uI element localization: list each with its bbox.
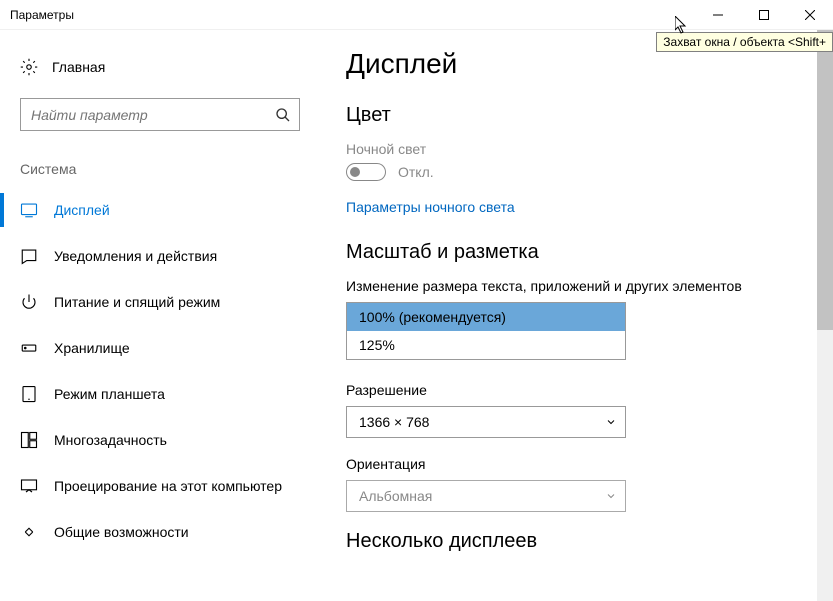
sidebar-item-tablet[interactable]: Режим планшета [0,371,318,417]
orientation-value: Альбомная [359,488,432,504]
toggle-state-text: Откл. [398,164,434,180]
multitask-icon [20,431,38,449]
content-area: Дисплей Цвет Ночной свет Откл. Параметры… [318,30,833,601]
storage-icon [20,339,38,357]
nav-label: Общие возможности [54,524,189,540]
maximize-button[interactable] [741,0,787,30]
titlebar: Параметры [0,0,833,30]
scale-heading: Масштаб и разметка [346,241,803,264]
chevron-down-icon [605,416,617,428]
close-button[interactable] [787,0,833,30]
orientation-label: Ориентация [346,456,803,472]
nav-label: Многозадачность [54,432,167,448]
night-light-toggle-row: Откл. [346,163,803,181]
nav-list: Дисплей Уведомления и действия Питание и… [0,187,318,555]
sidebar-item-storage[interactable]: Хранилище [0,325,318,371]
display-icon [20,201,38,219]
orientation-dropdown: Альбомная [346,480,626,512]
nav-label: Проецирование на этот компьютер [54,478,282,494]
scrollbar[interactable] [817,30,833,601]
nav-label: Уведомления и действия [54,248,217,264]
toggle-knob [350,167,360,177]
home-button[interactable]: Главная [0,50,318,84]
window-title: Параметры [10,8,695,22]
sidebar-section-header: Система [0,139,318,187]
color-heading: Цвет [346,104,803,127]
power-icon [20,293,38,311]
home-label: Главная [52,59,105,75]
project-icon [20,477,38,495]
night-light-label: Ночной свет [346,141,803,157]
search-icon [275,107,291,123]
text-size-label: Изменение размера текста, приложений и д… [346,278,803,294]
nav-label: Режим планшета [54,386,165,402]
resolution-label: Разрешение [346,382,803,398]
window-controls [695,0,833,29]
sidebar: Главная Система Дисплей Уведомления и де… [0,30,318,601]
multi-display-heading: Несколько дисплеев [346,530,803,553]
resolution-value: 1366 × 768 [359,414,429,430]
sidebar-item-projecting[interactable]: Проецирование на этот компьютер [0,463,318,509]
sidebar-item-shared[interactable]: Общие возможности [0,509,318,555]
sidebar-item-notifications[interactable]: Уведомления и действия [0,233,318,279]
night-light-toggle[interactable] [346,163,386,181]
nav-label: Хранилище [54,340,130,356]
night-light-settings-link[interactable]: Параметры ночного света [346,199,515,215]
search-wrap [0,84,318,139]
chevron-down-icon [605,490,617,502]
notification-icon [20,247,38,265]
sidebar-item-display[interactable]: Дисплей [0,187,318,233]
main-area: Главная Система Дисплей Уведомления и де… [0,30,833,601]
scroll-thumb[interactable] [817,30,833,330]
nav-label: Дисплей [54,202,110,218]
resolution-dropdown[interactable]: 1366 × 768 [346,406,626,438]
page-title: Дисплей [346,48,803,80]
sidebar-item-multitasking[interactable]: Многозадачность [0,417,318,463]
nav-label: Питание и спящий режим [54,294,220,310]
search-box[interactable] [20,98,300,131]
scale-option-125[interactable]: 125% [347,331,625,359]
gear-icon [20,58,38,76]
scale-option-100[interactable]: 100% (рекомендуется) [347,303,625,331]
tablet-icon [20,385,38,403]
minimize-button[interactable] [695,0,741,30]
shared-icon [20,523,38,541]
sidebar-item-power[interactable]: Питание и спящий режим [0,279,318,325]
capture-tooltip: Захват окна / объекта <Shift+ [656,32,833,52]
scale-select[interactable]: 100% (рекомендуется) 125% [346,302,626,360]
search-input[interactable] [31,107,275,123]
